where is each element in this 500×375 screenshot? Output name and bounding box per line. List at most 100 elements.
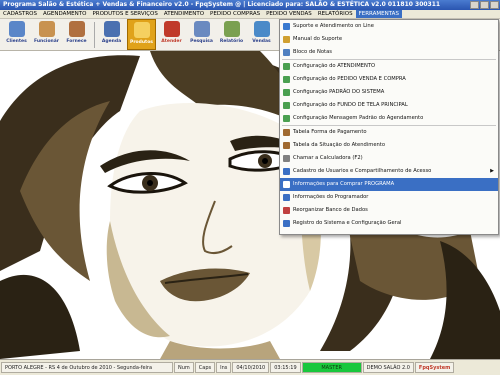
toolbar-separator bbox=[94, 22, 95, 48]
menu-item-forma-pagamento[interactable]: Tabela Forma de Pagamento bbox=[280, 126, 498, 139]
fornecedores-button[interactable]: Fornece bbox=[62, 19, 91, 50]
button-label: Clientes bbox=[6, 39, 27, 44]
menu-item-comprar-programa[interactable]: Informações para Comprar PROGRAMA bbox=[280, 178, 498, 191]
products-icon bbox=[133, 22, 150, 38]
submenu-arrow-icon: ▶ bbox=[490, 168, 494, 174]
table-icon bbox=[283, 129, 290, 136]
window-title: Programa Salão & Estética + Vendas & Fin… bbox=[3, 1, 441, 8]
calendar-icon bbox=[103, 21, 120, 37]
menu-item-situacao-atendimento[interactable]: Tabela da Situação do Atendimento bbox=[280, 139, 498, 152]
menu-item-calculadora[interactable]: Chamar a Calculadora (F2) bbox=[280, 152, 498, 165]
produtos-button[interactable]: Produtos bbox=[127, 19, 156, 50]
menu-item-config-atendimento[interactable]: Configuração do ATENDIMENTO bbox=[280, 60, 498, 73]
menu-item-label: Informações do Programador bbox=[293, 194, 369, 200]
tools-dropdown-menu: Suporte e Atendimento on Line Manual do … bbox=[279, 19, 499, 235]
menu-item-label: Tabela da Situação do Atendimento bbox=[293, 142, 386, 148]
menu-item-config-mensagem[interactable]: Configuração Mensagem Padrão do Agendame… bbox=[280, 112, 498, 125]
table-icon bbox=[283, 142, 290, 149]
minimize-button[interactable] bbox=[470, 1, 479, 9]
status-insert: Ins bbox=[216, 362, 232, 373]
button-label: Atender bbox=[161, 39, 182, 44]
menu-produtos-servicos[interactable]: PRODUTOS E SERVIÇOS bbox=[89, 10, 160, 18]
settings-icon bbox=[283, 115, 290, 122]
menu-item-label: Configuração Mensagem Padrão do Agendame… bbox=[293, 115, 424, 121]
settings-icon bbox=[283, 102, 290, 109]
menu-item-info-programador[interactable]: Informações do Programador bbox=[280, 191, 498, 204]
status-num-lock: Num bbox=[174, 362, 194, 373]
menu-item-bloco-notas[interactable]: Bloco de Notas bbox=[280, 46, 498, 59]
menu-relatorios[interactable]: RELATÓRIOS bbox=[315, 10, 356, 18]
menu-item-label: Chamar a Calculadora (F2) bbox=[293, 155, 363, 161]
menu-item-label: Bloco de Notas bbox=[293, 49, 332, 55]
menu-cadastros[interactable]: CADASTROS bbox=[0, 10, 40, 18]
menu-pedido-vendas[interactable]: PEDIDO VENDAS bbox=[263, 10, 315, 18]
menu-item-label: Manual do Suporte bbox=[293, 36, 343, 42]
status-user: MASTER bbox=[301, 362, 362, 373]
menu-item-label: Configuração PADRÃO DO SISTEMA bbox=[293, 89, 385, 95]
settings-icon bbox=[283, 63, 290, 70]
suppliers-icon bbox=[68, 21, 85, 37]
menu-item-label: Cadastro de Usuarios e Compartilhamento … bbox=[293, 168, 432, 174]
report-icon bbox=[223, 21, 240, 37]
button-label: Relatório bbox=[219, 39, 244, 44]
menu-pedido-compras[interactable]: PEDIDO COMPRAS bbox=[207, 10, 263, 18]
menu-item-label: Suporte e Atendimento on Line bbox=[293, 23, 374, 29]
key-icon bbox=[283, 220, 290, 227]
button-label: Fornece bbox=[66, 39, 87, 44]
menu-item-registro-sistema[interactable]: Registro do Sistema e Configuração Geral bbox=[280, 217, 498, 230]
menu-item-label: Registro do Sistema e Configuração Geral bbox=[293, 220, 402, 226]
users-icon bbox=[283, 168, 290, 175]
menu-item-label: Configuração do PEDIDO VENDA E COMPRA bbox=[293, 76, 406, 82]
search-icon bbox=[193, 21, 210, 37]
atender-button[interactable]: Atender bbox=[157, 19, 186, 50]
settings-icon bbox=[283, 76, 290, 83]
status-edition: DEMO SALÃO 2.0 bbox=[362, 362, 414, 373]
status-caps-lock: Caps bbox=[194, 362, 216, 373]
menu-bar: CADASTROS AGENDAMENTO PRODUTOS E SERVIÇO… bbox=[0, 10, 500, 19]
vendas-button[interactable]: Vendas bbox=[247, 19, 276, 50]
info-icon bbox=[283, 194, 290, 201]
button-label: Produtos bbox=[130, 40, 153, 45]
settings-icon bbox=[283, 89, 290, 96]
menu-ferramentas[interactable]: FERRAMENTAS bbox=[355, 10, 402, 18]
menu-item-label: Reorganizar Banco de Dados bbox=[293, 207, 368, 213]
pesquisa-button[interactable]: Pesquisa bbox=[187, 19, 216, 50]
clientes-button[interactable]: Clientes bbox=[2, 19, 31, 50]
support-icon bbox=[283, 23, 290, 30]
calculator-icon bbox=[283, 155, 290, 162]
menu-agendamento[interactable]: AGENDAMENTO bbox=[40, 10, 89, 18]
status-time: 03:15:19 bbox=[270, 362, 301, 373]
menu-item-manual[interactable]: Manual do Suporte bbox=[280, 33, 498, 46]
button-label: Funcionár bbox=[33, 39, 60, 44]
funcionarios-button[interactable]: Funcionár bbox=[32, 19, 61, 50]
menu-item-label: Informações para Comprar PROGRAMA bbox=[293, 181, 395, 187]
window-title-bar: Programa Salão & Estética + Vendas & Fin… bbox=[0, 0, 500, 10]
menu-item-config-pedido[interactable]: Configuração do PEDIDO VENDA E COMPRA bbox=[280, 73, 498, 86]
menu-item-label: Configuração do FUNDO DE TELA PRINCIPAL bbox=[293, 102, 408, 108]
menu-item-cadastro-usuarios[interactable]: Cadastro de Usuarios e Compartilhamento … bbox=[280, 165, 498, 178]
relatorio-button[interactable]: Relatório bbox=[217, 19, 246, 50]
menu-item-config-fundo[interactable]: Configuração do FUNDO DE TELA PRINCIPAL bbox=[280, 99, 498, 112]
menu-item-reorganizar-banco[interactable]: Reorganizar Banco de Dados bbox=[280, 204, 498, 217]
status-date: 04/10/2010 bbox=[232, 362, 270, 373]
database-icon bbox=[283, 207, 290, 214]
menu-item-suporte-online[interactable]: Suporte e Atendimento on Line bbox=[280, 20, 498, 33]
status-bar: PORTO ALEGRE - RS 4 de Outubro de 2010 -… bbox=[0, 359, 500, 375]
button-label: Vendas bbox=[252, 39, 271, 44]
close-button[interactable] bbox=[490, 1, 499, 9]
employees-icon bbox=[38, 21, 55, 37]
agenda-button[interactable]: Agenda bbox=[97, 19, 126, 50]
maximize-button[interactable] bbox=[480, 1, 489, 9]
window-controls bbox=[470, 1, 499, 9]
status-brand: FpqSystem bbox=[414, 362, 455, 373]
button-label: Pesquisa bbox=[190, 39, 213, 44]
info-icon bbox=[283, 181, 290, 188]
menu-atendimento[interactable]: ATENDIMENTO bbox=[161, 10, 207, 18]
menu-item-label: Tabela Forma de Pagamento bbox=[293, 129, 367, 135]
status-location-date: PORTO ALEGRE - RS 4 de Outubro de 2010 -… bbox=[1, 362, 173, 373]
service-icon bbox=[163, 21, 180, 37]
menu-item-config-padrao[interactable]: Configuração PADRÃO DO SISTEMA bbox=[280, 86, 498, 99]
clients-icon bbox=[8, 21, 25, 37]
button-label: Agenda bbox=[101, 39, 122, 44]
sales-icon bbox=[253, 21, 270, 37]
